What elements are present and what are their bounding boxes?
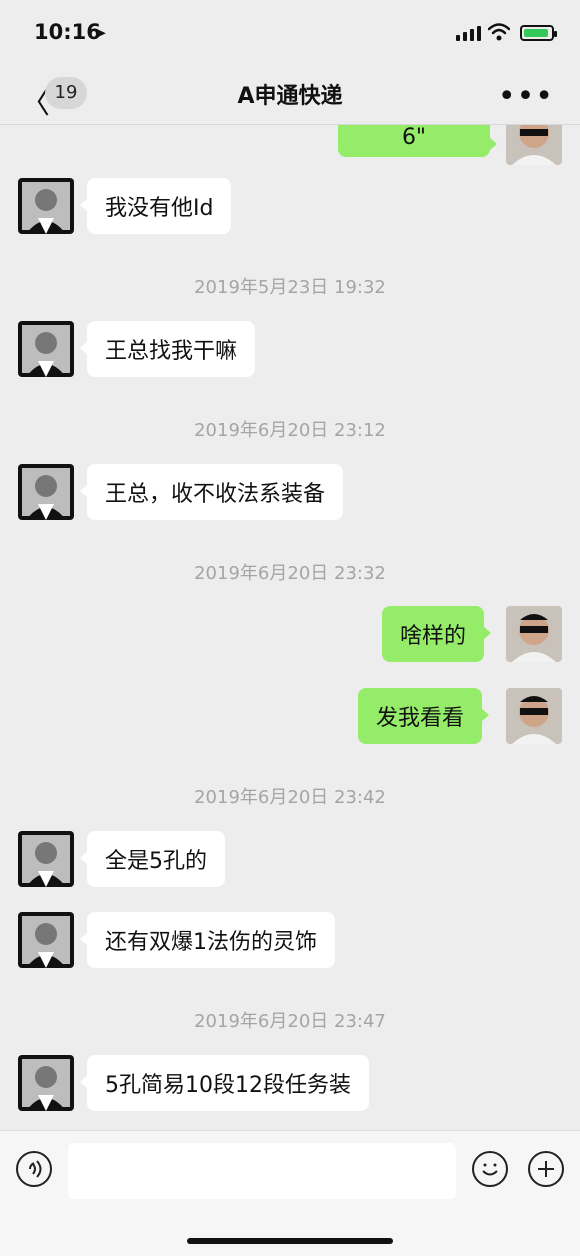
status-bar: 10:16 ➤ — [0, 0, 580, 68]
timestamp: 2019年6月20日 23:47 — [194, 1011, 386, 1032]
message-text: 王总找我干嘛 — [105, 339, 238, 364]
self-avatar[interactable] — [506, 688, 562, 744]
message-input-bar — [0, 1130, 580, 1256]
message-bubble[interactable]: 发我看看 — [358, 688, 490, 744]
message-bubble[interactable]: 啥样的 — [382, 606, 492, 662]
contact-avatar[interactable] — [18, 1055, 74, 1111]
timestamp: 2019年6月20日 23:12 — [194, 420, 386, 441]
location-icon: ➤ — [94, 24, 107, 42]
self-avatar[interactable] — [506, 125, 562, 165]
more-options-button[interactable]: ••• — [498, 79, 554, 114]
message-bubble[interactable]: 王总，收不收法系装备 — [79, 464, 344, 520]
message-text: 5孔简易10段12段任务装 — [105, 1073, 351, 1098]
timestamp: 2019年5月23日 19:32 — [194, 277, 386, 298]
chat-title: A申通快递 — [237, 84, 343, 109]
message-text: 王总，收不收法系装备 — [105, 482, 326, 507]
voice-message-bubble[interactable]: 6" — [338, 125, 497, 157]
contact-avatar[interactable] — [18, 178, 74, 234]
message-text: 啥样的 — [400, 624, 467, 649]
contact-avatar[interactable] — [18, 831, 74, 887]
voice-duration: 6" — [401, 125, 427, 150]
message-list[interactable]: 6" 我没有他Id 2019年5月23日 19:32 王总找我干嘛 2019年6… — [0, 125, 580, 1130]
status-time: 10:16 — [34, 20, 101, 44]
chat-header: 〈 19 A申通快递 ••• — [0, 68, 580, 125]
contact-avatar[interactable] — [18, 912, 74, 968]
cellular-signal-icon — [456, 26, 481, 41]
message-text: 我没有他Id — [105, 196, 214, 221]
timestamp: 2019年6月20日 23:42 — [194, 787, 386, 808]
message-row-partial: 6" — [0, 125, 580, 165]
message-text: 还有双爆1法伤的灵饰 — [105, 930, 317, 955]
message-bubble[interactable]: 还有双爆1法伤的灵饰 — [80, 912, 335, 968]
wifi-icon — [488, 23, 510, 41]
message-bubble[interactable]: 5孔简易10段12段任务装 — [80, 1055, 369, 1111]
contact-avatar[interactable] — [18, 464, 74, 520]
timestamp: 2019年6月20日 23:32 — [194, 563, 386, 584]
message-text: 全是5孔的 — [105, 849, 207, 874]
message-text: 发我看看 — [376, 706, 465, 731]
message-input[interactable] — [68, 1143, 456, 1199]
voice-icon[interactable] — [16, 1151, 52, 1187]
self-avatar[interactable] — [506, 606, 562, 662]
plus-icon[interactable] — [528, 1151, 564, 1187]
emoji-icon[interactable] — [472, 1151, 508, 1187]
message-bubble[interactable]: 王总找我干嘛 — [79, 321, 256, 377]
battery-icon — [520, 25, 557, 41]
contact-avatar[interactable] — [18, 321, 74, 377]
message-bubble[interactable]: 我没有他Id — [79, 178, 232, 234]
message-bubble[interactable]: 全是5孔的 — [80, 831, 225, 887]
home-indicator — [187, 1238, 393, 1244]
